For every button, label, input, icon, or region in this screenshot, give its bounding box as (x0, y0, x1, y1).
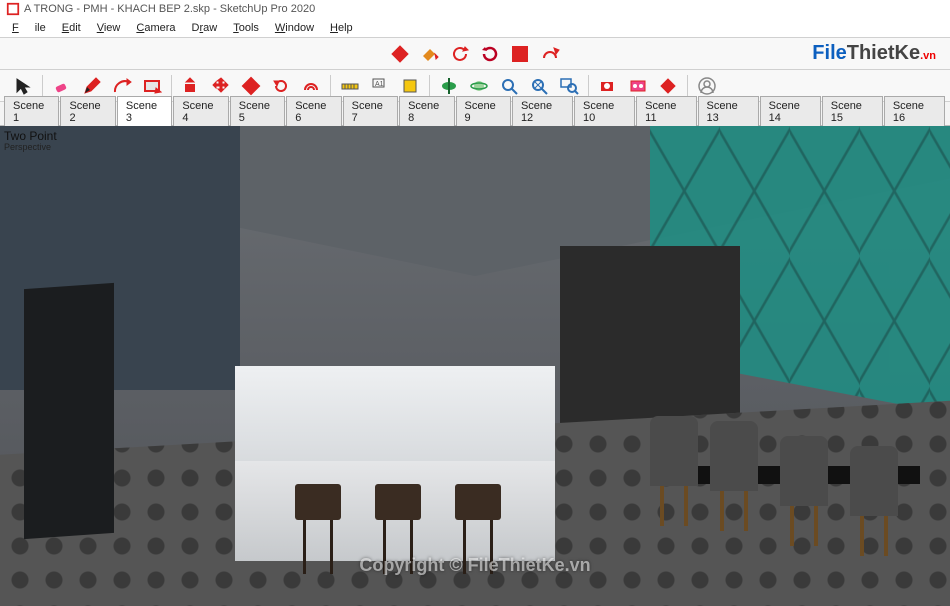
scene-tab[interactable]: Scene 1 (4, 96, 59, 126)
pan-icon[interactable] (496, 73, 522, 99)
rotate-ccw-icon[interactable] (447, 41, 473, 67)
viewport[interactable]: Two Point Perspective Copyright © FileTh… (0, 126, 950, 606)
scene-tab[interactable]: Scene 3 (117, 96, 172, 126)
dining-table (660, 446, 920, 566)
pencil-icon[interactable] (79, 73, 105, 99)
select-icon[interactable] (10, 73, 36, 99)
scene-tab[interactable]: Scene 13 (698, 96, 759, 126)
eraser-icon[interactable] (49, 73, 75, 99)
component-icon[interactable] (387, 41, 413, 67)
text-icon[interactable]: A1 (367, 73, 393, 99)
scene-tab[interactable]: Scene 10 (574, 96, 635, 126)
divider-icon (330, 75, 331, 97)
divider-icon (687, 75, 688, 97)
dimension-icon[interactable] (397, 73, 423, 99)
rotate-cw-icon[interactable] (477, 41, 503, 67)
lookaround-icon[interactable] (625, 73, 651, 99)
scene-tab[interactable]: Scene 16 (884, 96, 945, 126)
scene-tab[interactable]: Scene 15 (822, 96, 883, 126)
scene-tab[interactable]: Scene 4 (173, 96, 228, 126)
svg-text:A1: A1 (375, 81, 384, 88)
scene-tab[interactable]: Scene 5 (230, 96, 285, 126)
scene-tabs: Scene 1Scene 2Scene 3Scene 4Scene 5Scene… (0, 102, 950, 126)
rotate-icon[interactable] (268, 73, 294, 99)
toolbar-extensions: FileThietKe.vn (0, 38, 950, 70)
zoom-window-icon[interactable] (556, 73, 582, 99)
scene-tab[interactable]: Scene 2 (60, 96, 115, 126)
arc-icon[interactable] (109, 73, 135, 99)
walk-icon[interactable] (655, 73, 681, 99)
rectangle-icon[interactable] (139, 73, 165, 99)
move-icon[interactable] (208, 73, 234, 99)
titlebar: A TRONG - PMH - KHACH BEP 2.skp - Sketch… (0, 0, 950, 18)
user-icon[interactable] (694, 73, 720, 99)
position-camera-icon[interactable] (595, 73, 621, 99)
menu-help[interactable]: Help (322, 20, 361, 36)
divider-icon (42, 75, 43, 97)
watermark-logo: FileThietKe.vn (812, 42, 936, 65)
section-icon[interactable] (436, 73, 462, 99)
menu-view[interactable]: View (89, 20, 129, 36)
orbit-icon[interactable] (466, 73, 492, 99)
scene-tab[interactable]: Scene 12 (512, 96, 573, 126)
scene-tab[interactable]: Scene 6 (286, 96, 341, 126)
scene-tab[interactable]: Scene 7 (343, 96, 398, 126)
menubar: File Edit View Camera Draw Tools Window … (0, 18, 950, 38)
explode-out-icon[interactable] (537, 41, 563, 67)
scene-tab[interactable]: Scene 8 (399, 96, 454, 126)
scene-tab[interactable]: Scene 14 (760, 96, 821, 126)
paint-icon[interactable] (417, 41, 443, 67)
menu-window[interactable]: Window (267, 20, 322, 36)
scene-tab[interactable]: Scene 11 (636, 96, 696, 126)
scene-tab[interactable]: Scene 9 (456, 96, 511, 126)
scale-icon[interactable] (238, 73, 264, 99)
zoom-extents-icon[interactable] (526, 73, 552, 99)
explode-icon[interactable] (507, 41, 533, 67)
app-icon (6, 2, 20, 16)
fridge (24, 283, 114, 539)
divider-icon (171, 75, 172, 97)
camera-label: Two Point Perspective (4, 130, 57, 152)
kitchen-island (235, 386, 555, 566)
divider-icon (429, 75, 430, 97)
offset-icon[interactable] (298, 73, 324, 99)
menu-camera[interactable]: Camera (128, 20, 183, 36)
divider-icon (588, 75, 589, 97)
pushpull-icon[interactable] (178, 73, 204, 99)
tape-icon[interactable] (337, 73, 363, 99)
menu-draw[interactable]: Draw (184, 20, 226, 36)
watermark-copyright: Copyright © FileThietKe.vn (359, 555, 590, 576)
menu-tools[interactable]: Tools (225, 20, 267, 36)
window-title: A TRONG - PMH - KHACH BEP 2.skp - Sketch… (24, 3, 315, 15)
menu-edit[interactable]: Edit (54, 20, 89, 36)
menu-file[interactable]: File (4, 20, 54, 36)
